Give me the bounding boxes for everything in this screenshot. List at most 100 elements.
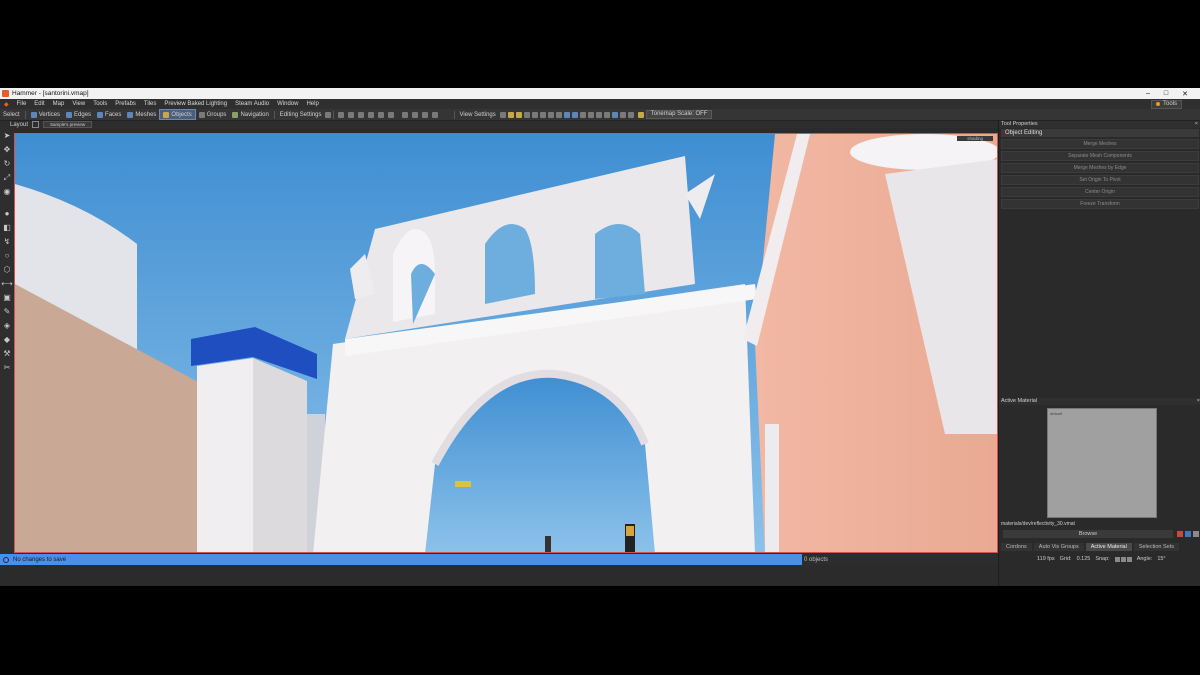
view-settings-button[interactable]: View Settings (457, 110, 499, 119)
editing-settings-button[interactable]: Editing Settings (277, 110, 325, 119)
status-bar: No changes to save (0, 554, 802, 565)
car-icon[interactable] (431, 111, 438, 118)
polygon-tool-icon[interactable]: ⬡ (3, 266, 11, 274)
mode-objects[interactable]: Objects (159, 109, 196, 120)
layout-checkbox[interactable] (32, 121, 40, 128)
hammer-tool-icon[interactable]: ⚒ (3, 350, 11, 358)
material-blue-icon[interactable] (1185, 531, 1191, 537)
set-origin-to-pivot-button[interactable]: Set Origin To Pivot (1001, 175, 1199, 185)
menu-edit[interactable]: Edit (30, 101, 48, 107)
view-icon-15[interactable] (611, 111, 618, 118)
mode-navigation[interactable]: Navigation (229, 110, 271, 119)
view-icon-1[interactable] (499, 111, 506, 118)
tools-dropdown[interactable]: Tools (1150, 99, 1182, 109)
scale-tool-icon[interactable]: ⤢ (3, 174, 11, 182)
tab-selection-sets[interactable]: Selection Sets (1133, 543, 1179, 551)
view-icon-4[interactable] (523, 111, 530, 118)
toolbar-separator (273, 110, 275, 119)
grid-icon[interactable] (347, 111, 354, 118)
view-icon-16[interactable] (619, 111, 626, 118)
material-red-icon[interactable] (1177, 531, 1183, 537)
material-thumbnail[interactable]: default (1047, 408, 1157, 518)
view-icon-9[interactable] (563, 111, 570, 118)
mode-groups[interactable]: Groups (196, 110, 230, 119)
view-icon-7[interactable] (547, 111, 554, 118)
misc-tool-icon[interactable]: ✂ (3, 364, 11, 372)
view-icon-6[interactable] (539, 111, 546, 118)
cube-tool-icon[interactable]: ◆ (3, 336, 11, 344)
view-icon-12[interactable] (587, 111, 594, 118)
view-icon-11[interactable] (579, 111, 586, 118)
local-space-icon[interactable] (357, 111, 364, 118)
view-icon-17[interactable] (627, 111, 634, 118)
mode-faces[interactable]: Faces (94, 110, 124, 119)
menu-window[interactable]: Window (273, 101, 302, 107)
freeze-transform-button[interactable]: Freeze Transform (1001, 199, 1199, 209)
material-thumb-label: default (1050, 411, 1063, 416)
menu-map[interactable]: Map (49, 101, 69, 107)
mode-edges-label: Edges (74, 111, 92, 118)
world-space-icon[interactable] (367, 111, 374, 118)
menu-tiles[interactable]: Tiles (140, 101, 160, 107)
pivot-icon[interactable] (324, 111, 331, 118)
umbrella-icon[interactable] (421, 111, 428, 118)
block-tool-icon[interactable]: ◧ (3, 224, 11, 232)
mode-faces-label: Faces (105, 111, 122, 118)
minimize-button[interactable]: – (1146, 90, 1150, 98)
layout-select[interactable]: Sample's preview (43, 121, 93, 128)
maximize-button[interactable]: □ (1164, 90, 1168, 98)
menu-steam-audio[interactable]: Steam Audio (231, 101, 273, 107)
menu-help[interactable]: Help (302, 101, 322, 107)
image-tool-icon[interactable]: ▣ (3, 294, 11, 302)
tab-cordons[interactable]: Cordons (1001, 543, 1032, 551)
center-origin-button[interactable]: Center Origin (1001, 187, 1199, 197)
decal-tool-icon[interactable]: ◈ (3, 322, 11, 330)
separate-mesh-components-button[interactable]: Separate Mesh Components (1001, 151, 1199, 161)
move-tool-icon[interactable]: ✥ (3, 146, 11, 154)
menu-view[interactable]: View (68, 101, 89, 107)
view-icon-8[interactable] (555, 111, 562, 118)
merge-meshes-button[interactable]: Merge Meshes (1001, 139, 1199, 149)
view-icon-13[interactable] (595, 111, 602, 118)
entity-icon[interactable] (401, 111, 408, 118)
light-icon[interactable] (411, 111, 418, 118)
cordon-icon[interactable] (387, 111, 394, 118)
select-tool-icon[interactable]: ➤ (3, 132, 11, 140)
3d-viewport[interactable]: shading (14, 133, 998, 553)
snap-icon[interactable] (337, 111, 344, 118)
origin-icon[interactable] (377, 111, 384, 118)
angle-value[interactable]: 15° (1157, 556, 1165, 562)
path-tool-icon[interactable]: ↯ (3, 238, 11, 246)
mode-edges[interactable]: Edges (63, 110, 94, 119)
tab-auto-vis-groups[interactable]: Auto Vis Groups (1033, 543, 1084, 551)
viewport-shading-label[interactable]: shading (957, 136, 993, 141)
grid-value[interactable]: 0.125 (1077, 556, 1091, 562)
snap-toggles[interactable] (1114, 556, 1132, 562)
menu-file[interactable]: File (13, 101, 31, 107)
view-icon-10[interactable] (571, 111, 578, 118)
tab-active-material[interactable]: Active Material (1085, 543, 1132, 551)
material-gray-icon[interactable] (1193, 531, 1199, 537)
view-icon-5[interactable] (531, 111, 538, 118)
close-button[interactable]: ✕ (1182, 90, 1188, 98)
circle-tool-icon[interactable]: ○ (3, 252, 11, 260)
entity-tool-icon[interactable]: ● (3, 210, 11, 218)
view-icon-2[interactable] (507, 111, 514, 118)
paint-tool-icon[interactable]: ✎ (3, 308, 11, 316)
merge-meshes-by-edge-button[interactable]: Merge Meshes by Edge (1001, 163, 1199, 173)
tonemap-scale-dropdown[interactable]: Tonemap Scale: OFF (645, 110, 713, 119)
clip-tool-icon[interactable]: ⟷ (1, 280, 12, 288)
menu-tools[interactable]: Tools (89, 101, 111, 107)
browse-button[interactable]: Browse (1003, 530, 1173, 538)
view-icon-3[interactable] (515, 111, 522, 118)
mode-meshes[interactable]: Meshes (124, 110, 159, 119)
hammer-menu-icon[interactable]: ◆ (0, 101, 13, 108)
rotate-tool-icon[interactable]: ↻ (3, 160, 11, 168)
pivot-tool-icon[interactable]: ◉ (3, 188, 11, 196)
menu-prefabs[interactable]: Prefabs (111, 101, 140, 107)
close-icon[interactable]: × (1195, 121, 1198, 128)
menu-preview-baked-lighting[interactable]: Preview Baked Lighting (160, 101, 231, 107)
view-icon-14[interactable] (603, 111, 610, 118)
select-mode[interactable]: Select (0, 110, 23, 119)
mode-vertices[interactable]: Vertices (28, 110, 63, 119)
